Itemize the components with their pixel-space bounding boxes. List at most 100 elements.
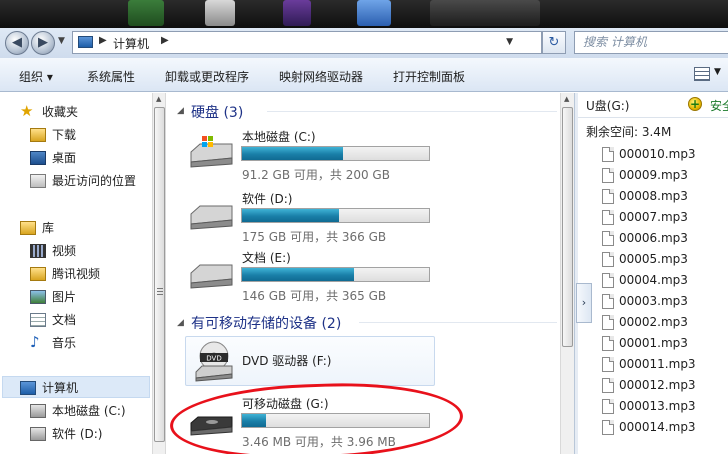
- collapse-icon[interactable]: ◢: [177, 106, 184, 116]
- address-bar[interactable]: ▶ 计算机 ▶ ▼: [72, 31, 542, 54]
- drive-free-text: 91.2 GB 可用，共 200 GB: [242, 168, 390, 182]
- drive-usage-fill: [242, 268, 355, 281]
- nav-favorites-label: 收藏夹: [42, 105, 79, 119]
- taskbar-thumbnail[interactable]: [283, 0, 311, 26]
- breadcrumb-computer[interactable]: 计算机: [113, 35, 149, 52]
- file-icon: [602, 315, 614, 330]
- drive-usage-bar: [241, 208, 430, 223]
- drive-d[interactable]: 软件 (D:) 175 GB 可用，共 366 GB: [185, 190, 435, 252]
- drive-name: DVD 驱动器 (F:): [242, 354, 332, 368]
- breadcrumb-arrow-icon[interactable]: ▶: [99, 35, 107, 46]
- breadcrumb-arrow-icon[interactable]: ▶: [161, 35, 169, 46]
- refresh-button[interactable]: ↻: [542, 31, 566, 54]
- library-icon: [20, 221, 36, 235]
- file-icon: [602, 336, 614, 351]
- drive-c[interactable]: 本地磁盘 (C:) 91.2 GB 可用，共 200 GB: [185, 128, 435, 190]
- group-header-removable[interactable]: 有可移动存储的设备 (2): [191, 313, 341, 333]
- drive-name: 文档 (E:): [242, 251, 291, 265]
- drive-name: 本地磁盘 (C:): [242, 130, 316, 144]
- file-name: 000014.mp3: [619, 420, 696, 434]
- drive-e[interactable]: 文档 (E:) 146 GB 可用，共 365 GB: [185, 249, 435, 311]
- file-icon: [602, 294, 614, 309]
- uninstall-button[interactable]: 卸载或更改程序: [165, 68, 249, 85]
- file-name: 000013.mp3: [619, 399, 696, 413]
- view-dropdown-icon[interactable]: ▼: [714, 67, 721, 77]
- nav-local-c-label: 本地磁盘 (C:): [52, 404, 126, 418]
- drive-dvd[interactable]: DVD DVD 驱动器 (F:): [185, 336, 435, 386]
- drive-usage-bar: [241, 267, 430, 282]
- drive-usage-fill: [242, 147, 343, 160]
- expand-preview-button[interactable]: ›: [576, 283, 592, 323]
- preview-title: U盘(G:): [586, 99, 630, 113]
- hard-drive-icon: [190, 264, 233, 289]
- content-scrollbar[interactable]: ▲: [560, 93, 574, 454]
- taskbar-strip: [0, 0, 728, 28]
- taskbar-thumbnail[interactable]: [430, 0, 540, 26]
- computer-icon: [20, 381, 36, 395]
- scroll-up-icon[interactable]: ▲: [564, 95, 569, 103]
- nav-desktop-label: 桌面: [52, 151, 77, 165]
- drive-free-text: 175 GB 可用，共 366 GB: [242, 230, 387, 244]
- music-icon: ♪: [30, 333, 40, 351]
- nav-scroll-thumb[interactable]: [154, 107, 165, 442]
- command-bar: 组织 ▾ 系统属性 卸载或更改程序 映射网络驱动器 打开控制面板 ▼: [0, 58, 728, 92]
- nav-computer-label: 计算机: [42, 381, 79, 395]
- nav-videos-label: 视频: [52, 244, 77, 258]
- downloads-folder-icon: [30, 128, 46, 142]
- system-drive-icon: [30, 404, 46, 418]
- taskbar-thumbnail[interactable]: [205, 0, 235, 26]
- back-button[interactable]: ◀: [5, 31, 29, 55]
- change-view-icon[interactable]: [694, 67, 710, 81]
- forward-button[interactable]: ▶: [31, 31, 55, 55]
- search-input[interactable]: 搜索 计算机: [574, 31, 728, 54]
- nav-pictures-label: 图片: [52, 290, 77, 304]
- nav-documents-label: 文档: [52, 313, 77, 327]
- hard-drive-icon: [190, 205, 233, 230]
- file-name: 000011.mp3: [619, 357, 696, 371]
- nav-downloads-label: 下载: [52, 128, 77, 142]
- dvd-drive-icon: DVD: [195, 341, 233, 382]
- address-dropdown-icon[interactable]: ▼: [506, 37, 513, 47]
- taskbar-thumbnail[interactable]: [128, 0, 164, 26]
- file-icon: [602, 273, 614, 288]
- nav-tencent-video-label: 腾讯视频: [52, 267, 101, 281]
- safely-remove-icon[interactable]: +: [688, 97, 702, 111]
- drive-name: 软件 (D:): [242, 192, 293, 206]
- nav-soft-d-label: 软件 (D:): [52, 427, 103, 441]
- file-icon: [602, 210, 614, 225]
- nav-scrollbar[interactable]: ▲: [152, 93, 166, 454]
- file-icon: [602, 147, 614, 162]
- drive-usage-bar: [241, 146, 430, 161]
- file-icon: [602, 189, 614, 204]
- file-icon: [602, 357, 614, 372]
- drive-icon: [30, 427, 46, 441]
- file-name: 00003.mp3: [619, 294, 688, 308]
- star-icon: ★: [20, 102, 34, 120]
- nav-music-label: 音乐: [52, 336, 77, 350]
- video-icon: [30, 244, 46, 258]
- computer-icon: [78, 36, 93, 48]
- organize-button[interactable]: 组织 ▾: [19, 68, 53, 85]
- file-name: 00009.mp3: [619, 168, 688, 182]
- file-icon: [602, 252, 614, 267]
- recent-pages-dropdown[interactable]: ▼: [58, 36, 65, 46]
- taskbar-thumbnail[interactable]: [357, 0, 391, 26]
- file-name: 00001.mp3: [619, 336, 688, 350]
- group-divider: [359, 322, 557, 323]
- collapse-icon[interactable]: ◢: [177, 318, 184, 328]
- drive-usage-fill: [242, 209, 340, 222]
- control-panel-button[interactable]: 打开控制面板: [393, 68, 465, 85]
- group-header-hard-disks[interactable]: 硬盘 (3): [191, 102, 243, 122]
- content-scroll-thumb[interactable]: [562, 107, 573, 347]
- safely-remove-link[interactable]: 安全: [710, 97, 728, 114]
- file-name: 00004.mp3: [619, 273, 688, 287]
- scroll-up-icon[interactable]: ▲: [156, 95, 161, 103]
- free-space-text: 剩余空间: 3.4M: [586, 125, 672, 139]
- recent-places-icon: [30, 174, 46, 188]
- windows-drive-icon: [190, 136, 233, 168]
- nav-recent-label: 最近访问的位置: [52, 174, 137, 188]
- map-drive-button[interactable]: 映射网络驱动器: [279, 68, 363, 85]
- file-icon: [602, 231, 614, 246]
- address-row: ◀ ▶ ▼ ▶ 计算机 ▶ ▼ ↻ 搜索 计算机: [0, 28, 728, 58]
- system-properties-button[interactable]: 系统属性: [87, 68, 135, 85]
